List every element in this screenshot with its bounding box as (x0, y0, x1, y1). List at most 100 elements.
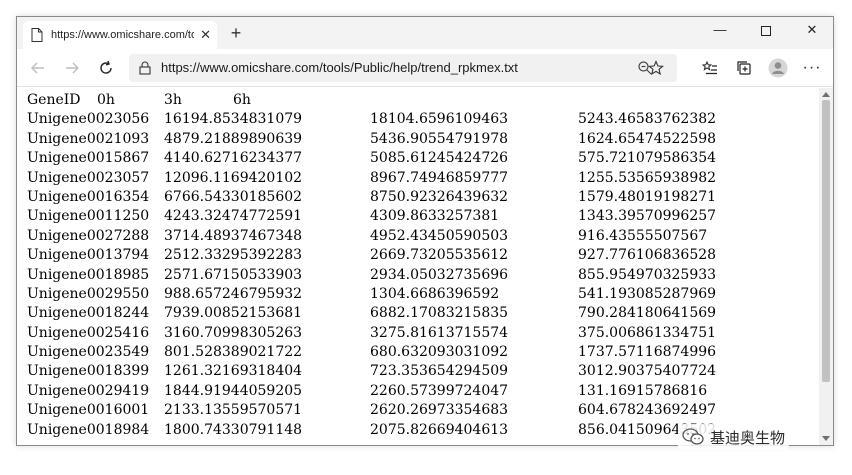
gene-id-cell: Unigene0018985 (27, 266, 150, 283)
value-cell: 4879.21889890639 (164, 130, 303, 147)
value-cell: 680.632093031092 (370, 344, 509, 361)
close-tab-icon[interactable]: ✕ (200, 27, 211, 43)
value-cell: 604.678243692497 (578, 402, 717, 419)
gene-id-cell: Unigene0023549 (27, 344, 150, 361)
gene-id-cell: Unigene0013794 (27, 247, 150, 264)
value-cell: 6h (233, 92, 251, 108)
title-bar: https://www.omicshare.com/too ✕ + — ✕ (17, 17, 833, 49)
settings-menu-button[interactable]: ··· (799, 55, 825, 81)
favorite-button[interactable] (643, 55, 669, 81)
value-cell: 131.16915786816 (578, 382, 708, 399)
scrollbar-thumb[interactable] (822, 100, 830, 382)
document-icon (31, 28, 43, 42)
value-cell: 4309.8633257381 (370, 208, 500, 225)
tab-title: https://www.omicshare.com/too (51, 29, 195, 41)
gene-id-cell: Unigene0016001 (27, 402, 150, 419)
collections-button[interactable] (731, 55, 757, 81)
refresh-icon (100, 60, 112, 74)
value-cell: 3714.48937467348 (164, 227, 303, 244)
scroll-up-icon[interactable] (822, 92, 830, 97)
profile-button[interactable] (765, 55, 791, 81)
value-cell: 5436.90554791978 (370, 130, 509, 147)
value-cell: 1255.53565938982 (578, 169, 717, 186)
value-cell: 2133.13559570571 (164, 402, 303, 419)
value-cell: 541.193085287969 (578, 285, 717, 302)
browser-tab[interactable]: https://www.omicshare.com/too ✕ (23, 21, 217, 49)
value-cell: 8967.74946859777 (370, 169, 509, 186)
value-cell: 4140.62716234377 (164, 150, 303, 167)
value-cell: 12096.1169420102 (164, 169, 303, 186)
favorites-button[interactable] (697, 55, 723, 81)
value-cell: 1343.39570996257 (578, 208, 717, 225)
gene-id-cell: Unigene0021093 (27, 130, 150, 147)
value-cell: 2571.67150533903 (164, 266, 303, 283)
value-cell: 3012.90375407724 (578, 363, 717, 380)
forward-button[interactable] (59, 55, 85, 81)
value-cell: 5085.61245424726 (370, 150, 509, 167)
value-cell: 575.721079586354 (578, 150, 717, 167)
avatar-icon (768, 58, 788, 78)
wechat-logo-icon (682, 428, 704, 445)
value-cell: 4243.32474772591 (164, 208, 303, 225)
value-cell: 2260.57399724047 (370, 382, 509, 399)
address-bar[interactable]: https://www.omicshare.com/tools/Public/h… (129, 54, 677, 82)
value-cell: 1844.91944059205 (164, 382, 303, 399)
gene-id-cell: Unigene0018399 (27, 363, 150, 380)
value-cell: 7939.00852153681 (164, 305, 303, 322)
value-cell: 801.528389021722 (164, 344, 303, 361)
value-cell: 1304.6686396592 (370, 285, 500, 302)
back-arrow-icon (31, 62, 44, 74)
value-cell: 3275.81613715574 (370, 324, 509, 341)
value-cell: 1800.74330791148 (164, 421, 303, 438)
gene-id-cell: Unigene0011250 (27, 208, 150, 225)
value-cell: 6882.17083215835 (370, 305, 509, 322)
forward-arrow-icon (66, 62, 79, 74)
value-cell: 2512.33295392283 (164, 247, 303, 264)
gene-id-cell: Unigene0018244 (27, 305, 150, 322)
value-cell: 2669.73205535612 (370, 247, 509, 264)
gene-id-cell: Unigene0023057 (27, 169, 150, 186)
browser-window: https://www.omicshare.com/too ✕ + — ✕ ht… (16, 16, 834, 446)
gene-id-cell: Unigene0023056 (27, 111, 150, 128)
lock-icon (139, 61, 151, 75)
gene-id-cell: GeneID (27, 92, 81, 108)
maximize-button[interactable] (743, 17, 789, 45)
gene-id-cell: Unigene0018984 (27, 421, 150, 438)
gene-id-cell: Unigene0015867 (27, 150, 150, 167)
back-button[interactable] (25, 55, 51, 81)
scroll-down-icon[interactable] (822, 436, 830, 441)
watermark-text: 基迪奥生物 (710, 429, 786, 447)
minimize-button[interactable]: — (697, 17, 743, 45)
gene-id-cell: Unigene0027288 (27, 227, 150, 244)
toolbar: https://www.omicshare.com/tools/Public/h… (17, 49, 833, 87)
more-icon: ··· (802, 59, 822, 76)
value-cell: 16194.8534831079 (164, 111, 303, 128)
value-cell: 4952.43450590503 (370, 227, 509, 244)
star-icon (648, 60, 664, 76)
value-cell: 0h (97, 92, 115, 108)
new-tab-button[interactable]: + (225, 23, 247, 45)
gene-id-cell: Unigene0025416 (27, 324, 150, 341)
value-cell: 1579.48019198271 (578, 188, 717, 205)
gene-id-cell: Unigene0016354 (27, 188, 150, 205)
value-cell: 790.284180641569 (578, 305, 717, 322)
value-cell: 3160.70998305263 (164, 324, 303, 341)
value-cell: 2620.26973354683 (370, 402, 509, 419)
gene-id-cell: Unigene0029550 (27, 285, 150, 302)
vertical-scrollbar[interactable] (819, 88, 833, 445)
value-cell: 3h (164, 92, 182, 108)
value-cell: 2934.05032735696 (370, 266, 509, 283)
url-text: https://www.omicshare.com/tools/Public/h… (161, 60, 518, 75)
value-cell: 375.006861334751 (578, 324, 717, 341)
value-cell: 855.954970325933 (578, 266, 717, 283)
watermark: 基迪奥生物 (678, 424, 790, 450)
value-cell: 723.353654294509 (370, 363, 509, 380)
refresh-button[interactable] (93, 55, 119, 81)
close-window-button[interactable]: ✕ (789, 17, 835, 45)
value-cell: 1261.32169318404 (164, 363, 303, 380)
value-cell: 1737.57116874996 (578, 344, 717, 361)
value-cell: 916.43555507567 (578, 227, 708, 244)
value-cell: 8750.92326439632 (370, 188, 509, 205)
value-cell: 2075.82669404613 (370, 421, 509, 438)
value-cell: 988.657246795932 (164, 285, 303, 302)
